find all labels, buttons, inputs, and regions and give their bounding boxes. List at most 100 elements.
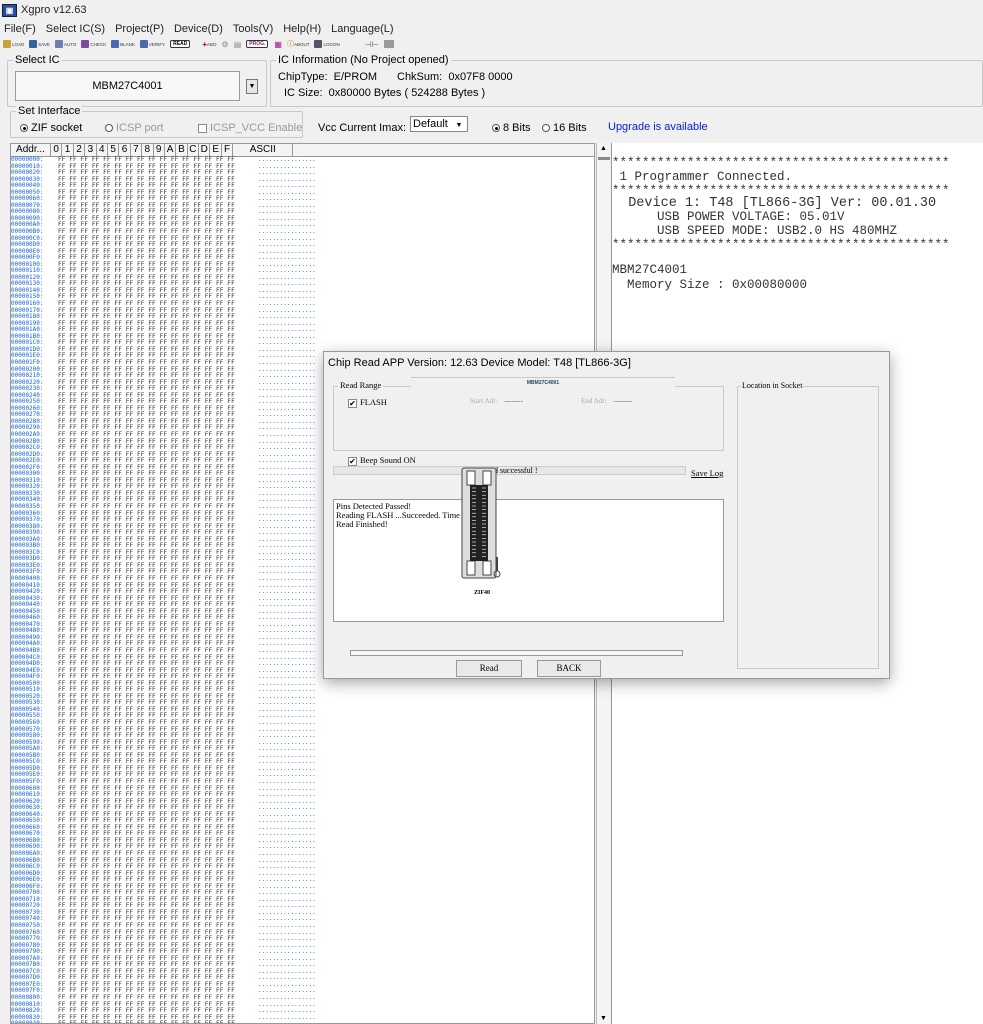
ic-tab[interactable]: MBM27C4001 [411, 377, 675, 389]
blank-icon [111, 40, 120, 48]
hex-header-col: F [222, 144, 234, 156]
menu-file[interactable]: File(F) [4, 23, 36, 35]
hex-header-addr: Addr... [11, 144, 51, 156]
radio-icon [105, 124, 113, 133]
ic-dropdown-button[interactable]: ▼ [246, 79, 258, 94]
hex-header-col: C [188, 144, 200, 156]
icsp-radio[interactable]: ICSP port [105, 122, 164, 134]
auto-label: AUTO [63, 41, 77, 47]
end-adr: End Adr: -------- [581, 397, 632, 405]
radio-icon [542, 124, 550, 133]
title-bar: ▣ Xgpro v12.63 [0, 0, 983, 20]
log-line: Read Finished! [336, 519, 388, 529]
hex-header-col: 1 [62, 144, 74, 156]
settings-button[interactable]: ⚙ [222, 40, 229, 49]
log-line: Reading FLASH ...Succeeded. Time : 2937m… [336, 510, 494, 520]
vcc-label: Vcc Current Imax: [318, 122, 407, 134]
end-value: -------- [613, 397, 633, 405]
save-button[interactable]: SAVE [29, 40, 50, 48]
beep-label: Beep Sound ON [360, 455, 416, 465]
document-icon: ▤ [233, 39, 242, 49]
ic-info-label: IC Information (No Project opened) [276, 54, 451, 66]
icsp-label: ICSP port [116, 122, 164, 134]
logon-icon [314, 40, 323, 48]
bits16-radio[interactable]: 16 Bits [542, 122, 587, 134]
read-dialog-button[interactable]: Read [456, 660, 522, 677]
chksum-label: ChkSum: [397, 71, 443, 83]
flash-label: FLASH [360, 397, 387, 407]
start-value: -------- [504, 397, 524, 405]
start-label: Start Adr: [470, 397, 498, 405]
about-label: ABOUT [293, 41, 310, 47]
scroll-up-icon[interactable]: ▲ [600, 145, 607, 152]
menu-device[interactable]: Device(D) [174, 23, 223, 35]
vcc-select[interactable]: Default ▼ [410, 116, 468, 132]
progress-bar [350, 650, 683, 656]
gear-icon: ⚙ [221, 39, 229, 49]
plug-icon: ⊣⊢ [364, 39, 379, 49]
menu-project[interactable]: Project(P) [115, 23, 164, 35]
radio-selected-icon [20, 124, 28, 133]
save-label: SAVE [38, 41, 50, 47]
edit-button[interactable]: ▤ [234, 40, 242, 49]
about-button[interactable]: ⓘ ABOUT [287, 39, 310, 49]
read-range-group: Read Range ✔ FLASH Start Adr: -------- En… [333, 380, 724, 451]
ic-size-value: 0x80000 Bytes ( 524288 Bytes ) [328, 87, 486, 99]
hex-header-col: D [199, 144, 211, 156]
interface-label: Set Interface [16, 105, 83, 117]
auto-button[interactable]: AUTO [54, 40, 77, 48]
end-label: End Adr: [581, 397, 607, 405]
blank-button[interactable]: BLANK [111, 40, 135, 48]
menu-bar: File(F) Select IC(S) Project(P) Device(D… [0, 20, 983, 37]
icsp-vcc-checkbox[interactable]: ICSP_VCC Enable [198, 122, 302, 134]
checkbox-icon [198, 123, 207, 133]
prog-button[interactable]: PROG. [246, 40, 269, 48]
console-device-name: MBM27C4001 [612, 263, 688, 277]
calendar-icon: ▦ [274, 39, 282, 49]
scroll-down-icon[interactable]: ▼ [600, 1015, 607, 1022]
ic-name-field[interactable]: MBM27C4001 [15, 71, 240, 101]
bits8-label: 8 Bits [503, 122, 531, 134]
connect-button[interactable]: ⊣⊢ [365, 40, 379, 49]
add-button[interactable]: + ADD [202, 40, 216, 49]
load-button[interactable]: LOAD [3, 40, 24, 48]
chip-type-value: E/PROM [333, 71, 378, 83]
console-line: ****************************************… [612, 156, 950, 170]
xgpro-app-icon: ▣ [2, 3, 17, 17]
chksum-row: ChkSum: 0x07F8 0000 [397, 71, 513, 83]
verify-button[interactable]: VERIFY [139, 40, 165, 48]
read-range-label: Read Range [338, 380, 384, 390]
menu-tools[interactable]: Tools(V) [233, 23, 273, 35]
log-area[interactable]: Pins Detected Passed! Reading FLASH ...S… [333, 499, 724, 622]
menu-select-ic[interactable]: Select IC(S) [46, 23, 105, 35]
hex-header-col: A [165, 144, 177, 156]
check-label: CHECK [90, 41, 107, 47]
check-button[interactable]: CHECK [81, 40, 106, 48]
info-icon: ⓘ [286, 41, 294, 48]
console-line: USB POWER VOLTAGE: 05.01V [612, 210, 845, 224]
hex-header-col: 3 [85, 144, 97, 156]
tv-button[interactable] [383, 40, 394, 48]
menu-language[interactable]: Language(L) [331, 23, 393, 35]
scroll-thumb[interactable] [598, 157, 610, 160]
radio-selected-icon [492, 124, 500, 133]
select-ic-label: Select IC [13, 54, 62, 66]
location-group: Location in Socket [737, 381, 879, 669]
beep-checkbox[interactable]: ✔ Beep Sound ON [348, 455, 416, 466]
bits8-radio[interactable]: 8 Bits [492, 122, 531, 134]
logon-button[interactable]: LOGON [314, 40, 340, 48]
menu-help[interactable]: Help(H) [283, 23, 321, 35]
chevron-down-icon: ▼ [248, 83, 256, 90]
auto-icon [54, 40, 63, 48]
read-button[interactable]: READ [170, 40, 191, 48]
zif-radio[interactable]: ZIF socket [20, 122, 82, 134]
status-bar: Read successful ! [333, 466, 686, 475]
check-icon [81, 40, 90, 48]
back-button[interactable]: BACK [537, 660, 601, 677]
upgrade-link[interactable]: Upgrade is available [608, 121, 708, 133]
calendar-button[interactable]: ▦ [274, 40, 282, 49]
start-adr: Start Adr: -------- [470, 397, 523, 405]
hex-header-col: 2 [74, 144, 86, 156]
save-log-link[interactable]: Save Log [691, 468, 723, 478]
flash-checkbox[interactable]: ✔ FLASH [348, 397, 387, 408]
